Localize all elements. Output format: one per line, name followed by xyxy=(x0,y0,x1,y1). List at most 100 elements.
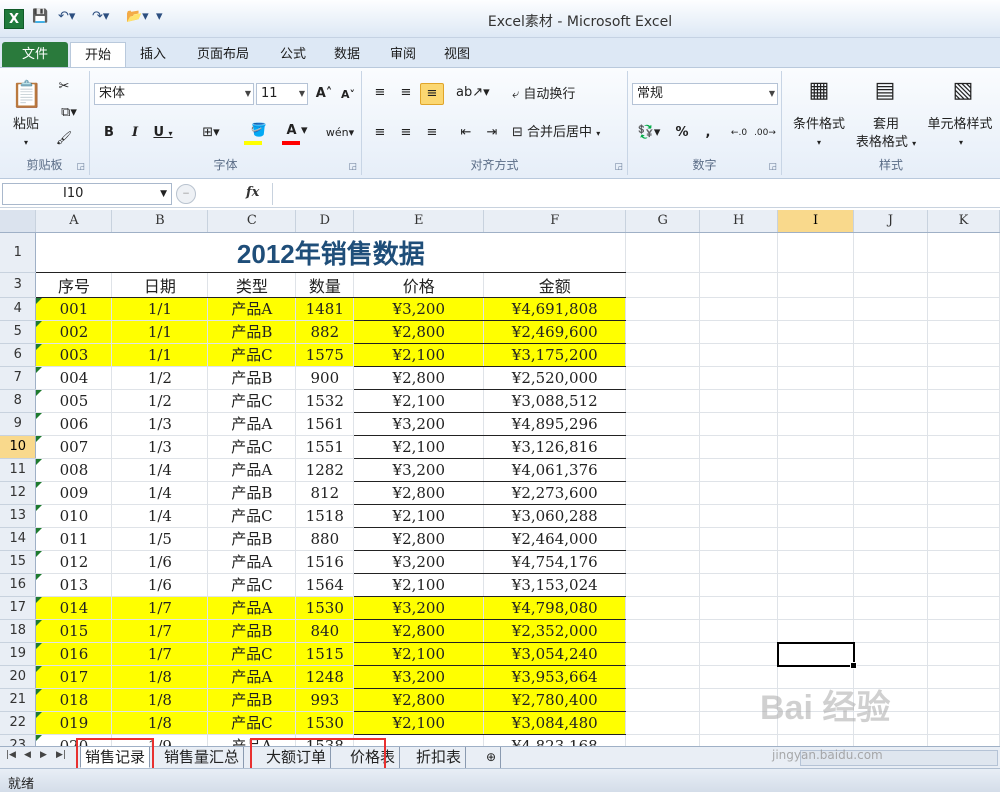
cell[interactable] xyxy=(927,504,1000,528)
cell[interactable] xyxy=(927,297,1000,321)
data-cell[interactable]: ¥3,126,816 xyxy=(483,435,627,459)
data-cell[interactable]: 1/3 xyxy=(111,412,209,436)
select-all-corner[interactable] xyxy=(0,210,37,233)
data-cell[interactable]: ¥3,175,200 xyxy=(483,343,627,367)
data-cell[interactable]: 006 xyxy=(35,412,113,436)
column-header[interactable]: F xyxy=(483,210,627,233)
data-cell[interactable]: ¥2,800 xyxy=(353,527,485,551)
cell[interactable] xyxy=(777,596,855,620)
cell[interactable] xyxy=(927,412,1000,436)
data-cell[interactable]: 882 xyxy=(295,320,355,344)
data-cell[interactable]: ¥3,200 xyxy=(353,412,485,436)
cell[interactable] xyxy=(777,297,855,321)
format-painter-icon[interactable]: 🖌 xyxy=(54,129,74,149)
data-cell[interactable]: 1/1 xyxy=(111,320,209,344)
data-cell[interactable]: ¥2,780,400 xyxy=(483,688,627,712)
data-cell[interactable]: 840 xyxy=(295,619,355,643)
data-cell[interactable]: 018 xyxy=(35,688,113,712)
cell[interactable] xyxy=(853,412,928,436)
data-cell[interactable]: ¥2,800 xyxy=(353,481,485,505)
paste-dropdown-icon[interactable]: ▾ xyxy=(18,133,34,153)
cell[interactable] xyxy=(777,550,855,574)
data-cell[interactable]: 产品B xyxy=(207,688,297,712)
data-cell[interactable]: ¥2,800 xyxy=(353,320,485,344)
worksheet-grid[interactable]: ABCDEFGHIJK 1 2012年销售数据 3 序号 日期 类型 数量 价格… xyxy=(0,210,1000,746)
row-header[interactable]: 20 xyxy=(0,665,37,689)
cell[interactable] xyxy=(699,272,779,298)
data-cell[interactable]: ¥2,352,000 xyxy=(483,619,627,643)
data-cell[interactable]: ¥3,153,024 xyxy=(483,573,627,597)
data-cell[interactable]: ¥4,798,080 xyxy=(483,596,627,620)
cell[interactable] xyxy=(699,389,779,413)
next-sheet-icon[interactable]: ▶ xyxy=(40,750,47,760)
tab-page-layout[interactable]: 页面布局 xyxy=(188,44,258,68)
cell[interactable] xyxy=(625,366,701,390)
conditional-format-icon[interactable]: ▦ xyxy=(804,75,834,107)
cell[interactable] xyxy=(699,527,779,551)
data-cell[interactable]: 012 xyxy=(35,550,113,574)
data-cell[interactable]: 产品A xyxy=(207,734,297,746)
data-cell[interactable]: 1/1 xyxy=(111,297,209,321)
row-header[interactable]: 9 xyxy=(0,412,37,436)
data-cell[interactable]: 产品A xyxy=(207,297,297,321)
row-header[interactable]: 8 xyxy=(0,389,37,413)
header-cell[interactable]: 类型 xyxy=(207,272,297,298)
data-cell[interactable]: 1/4 xyxy=(111,481,209,505)
data-cell[interactable]: 产品A xyxy=(207,458,297,482)
cell[interactable] xyxy=(699,366,779,390)
cell[interactable] xyxy=(625,389,701,413)
merge-center-button[interactable]: ⊟ 合并后居中 ▾ xyxy=(512,123,626,144)
data-cell[interactable]: ¥3,054,240 xyxy=(483,642,627,666)
data-cell[interactable]: 产品B xyxy=(207,320,297,344)
cell[interactable] xyxy=(853,366,928,390)
cell[interactable] xyxy=(777,343,855,367)
data-cell[interactable]: 880 xyxy=(295,527,355,551)
data-cell[interactable]: 1551 xyxy=(295,435,355,459)
header-cell[interactable]: 序号 xyxy=(35,272,113,298)
tab-home[interactable]: 开始 xyxy=(70,42,126,69)
cell[interactable] xyxy=(699,458,779,482)
data-cell[interactable]: 001 xyxy=(35,297,113,321)
number-launcher-icon[interactable]: ◲ xyxy=(768,162,777,172)
cell[interactable] xyxy=(625,412,701,436)
cell[interactable] xyxy=(625,550,701,574)
data-cell[interactable]: 产品C xyxy=(207,504,297,528)
row-header[interactable]: 1 xyxy=(0,232,37,273)
data-cell[interactable]: 产品B xyxy=(207,527,297,551)
data-cell[interactable]: ¥3,200 xyxy=(353,665,485,689)
row-header[interactable]: 17 xyxy=(0,596,37,620)
column-header[interactable]: D xyxy=(295,210,355,233)
cell[interactable] xyxy=(625,527,701,551)
prev-sheet-icon[interactable]: ◀ xyxy=(24,750,31,760)
cell[interactable] xyxy=(625,711,701,735)
cell[interactable] xyxy=(625,232,701,273)
font-name-select[interactable]: 宋体 ▼ xyxy=(94,83,254,105)
cell[interactable] xyxy=(625,458,701,482)
percent-button[interactable]: % xyxy=(672,123,692,143)
data-cell[interactable]: ¥2,520,000 xyxy=(483,366,627,390)
align-center-icon[interactable]: ≡ xyxy=(396,123,416,143)
data-cell[interactable]: 1/2 xyxy=(111,366,209,390)
row-header[interactable]: 23 xyxy=(0,734,37,746)
data-cell[interactable]: 1532 xyxy=(295,389,355,413)
cut-icon[interactable]: ✂ xyxy=(54,77,74,97)
data-cell[interactable]: 019 xyxy=(35,711,113,735)
data-cell[interactable]: 产品C xyxy=(207,573,297,597)
data-cell[interactable]: 产品A xyxy=(207,665,297,689)
cell[interactable] xyxy=(625,619,701,643)
data-cell[interactable]: 016 xyxy=(35,642,113,666)
data-cell[interactable]: 1/4 xyxy=(111,458,209,482)
decrease-indent-icon[interactable]: ⇤ xyxy=(456,123,476,143)
cell[interactable] xyxy=(853,232,928,273)
data-cell[interactable]: 1516 xyxy=(295,550,355,574)
cell[interactable] xyxy=(699,435,779,459)
sheet-tab-discount[interactable]: 折扣表 xyxy=(412,747,467,768)
cell[interactable] xyxy=(625,596,701,620)
cell[interactable] xyxy=(699,619,779,643)
cell[interactable] xyxy=(625,688,701,712)
first-sheet-icon[interactable]: |◀ xyxy=(6,750,16,760)
cell[interactable] xyxy=(699,504,779,528)
orientation-icon[interactable]: ab↗▾ xyxy=(456,83,490,103)
data-cell[interactable]: 1/5 xyxy=(111,527,209,551)
data-cell[interactable]: 1564 xyxy=(295,573,355,597)
